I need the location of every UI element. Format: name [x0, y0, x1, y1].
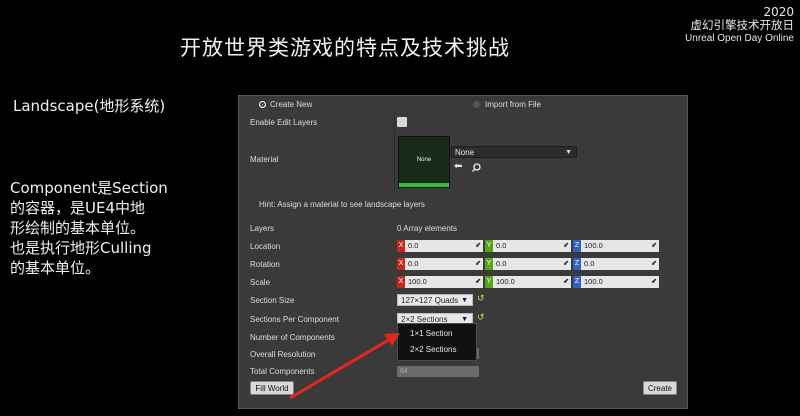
annotation-arrow — [289, 333, 400, 400]
annotation-arrow-head — [384, 333, 400, 346]
annotation-arrow-line — [289, 336, 393, 400]
